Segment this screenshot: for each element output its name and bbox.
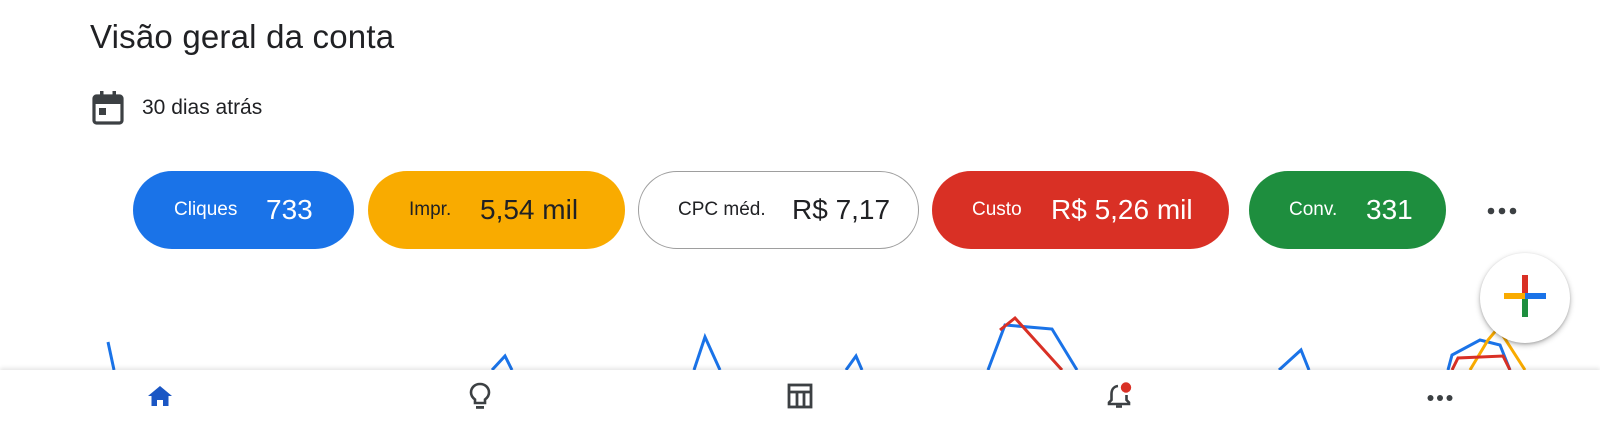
chart-line-clicks (844, 352, 864, 370)
nav-campaigns[interactable] (760, 370, 840, 426)
metric-label: Cliques (174, 199, 238, 220)
chart-line-clicks (986, 323, 1079, 370)
bottom-navigation (0, 370, 1600, 426)
metric-chip-clicks[interactable]: Cliques 733 (133, 171, 354, 249)
metric-chip-avg-cpc[interactable]: CPC méd. R$ 7,17 (638, 171, 919, 249)
metric-label: Conv. (1289, 199, 1338, 220)
metric-chip-cost[interactable]: Custo R$ 5,26 mil (932, 171, 1229, 249)
metric-value: 5,54 mil (480, 194, 579, 225)
performance-chart (106, 315, 1527, 370)
chart-line-clicks (490, 353, 514, 370)
more-horizontal-icon (1487, 202, 1517, 220)
notification-bell-icon (1105, 381, 1135, 416)
nav-home[interactable] (120, 370, 200, 426)
nav-more[interactable] (1400, 370, 1480, 426)
lightbulb-icon (466, 381, 494, 416)
date-range-label: 30 dias atrás (142, 96, 263, 119)
chart-line-clicks (106, 341, 116, 370)
metric-value: 733 (266, 194, 313, 225)
chart-line-clicks (692, 332, 722, 370)
more-horizontal-icon (1427, 389, 1453, 407)
home-icon (146, 382, 174, 415)
chart-line-cost (1450, 354, 1512, 370)
metric-value: 331 (1366, 194, 1413, 225)
metric-label: Custo (972, 199, 1022, 220)
nav-notifications[interactable] (1080, 370, 1160, 426)
metric-label: CPC méd. (678, 199, 766, 220)
table-icon (786, 382, 814, 415)
metric-value: R$ 7,17 (792, 194, 891, 225)
metric-chip-impressions[interactable]: Impr. 5,54 mil (368, 171, 625, 249)
chart-line-clicks (1277, 347, 1311, 370)
plus-icon (1502, 273, 1548, 324)
date-range-selector[interactable]: 30 dias atrás (92, 90, 262, 126)
page-title: Visão geral da conta (90, 18, 395, 55)
more-metrics-button[interactable] (1484, 196, 1520, 226)
add-fab-button[interactable] (1480, 253, 1570, 343)
metric-label: Impr. (409, 199, 452, 220)
metric-value: R$ 5,26 mil (1051, 194, 1193, 225)
nav-recommendations[interactable] (440, 370, 520, 426)
calendar-icon (92, 91, 124, 125)
metric-chip-conversions[interactable]: Conv. 331 (1249, 171, 1446, 249)
